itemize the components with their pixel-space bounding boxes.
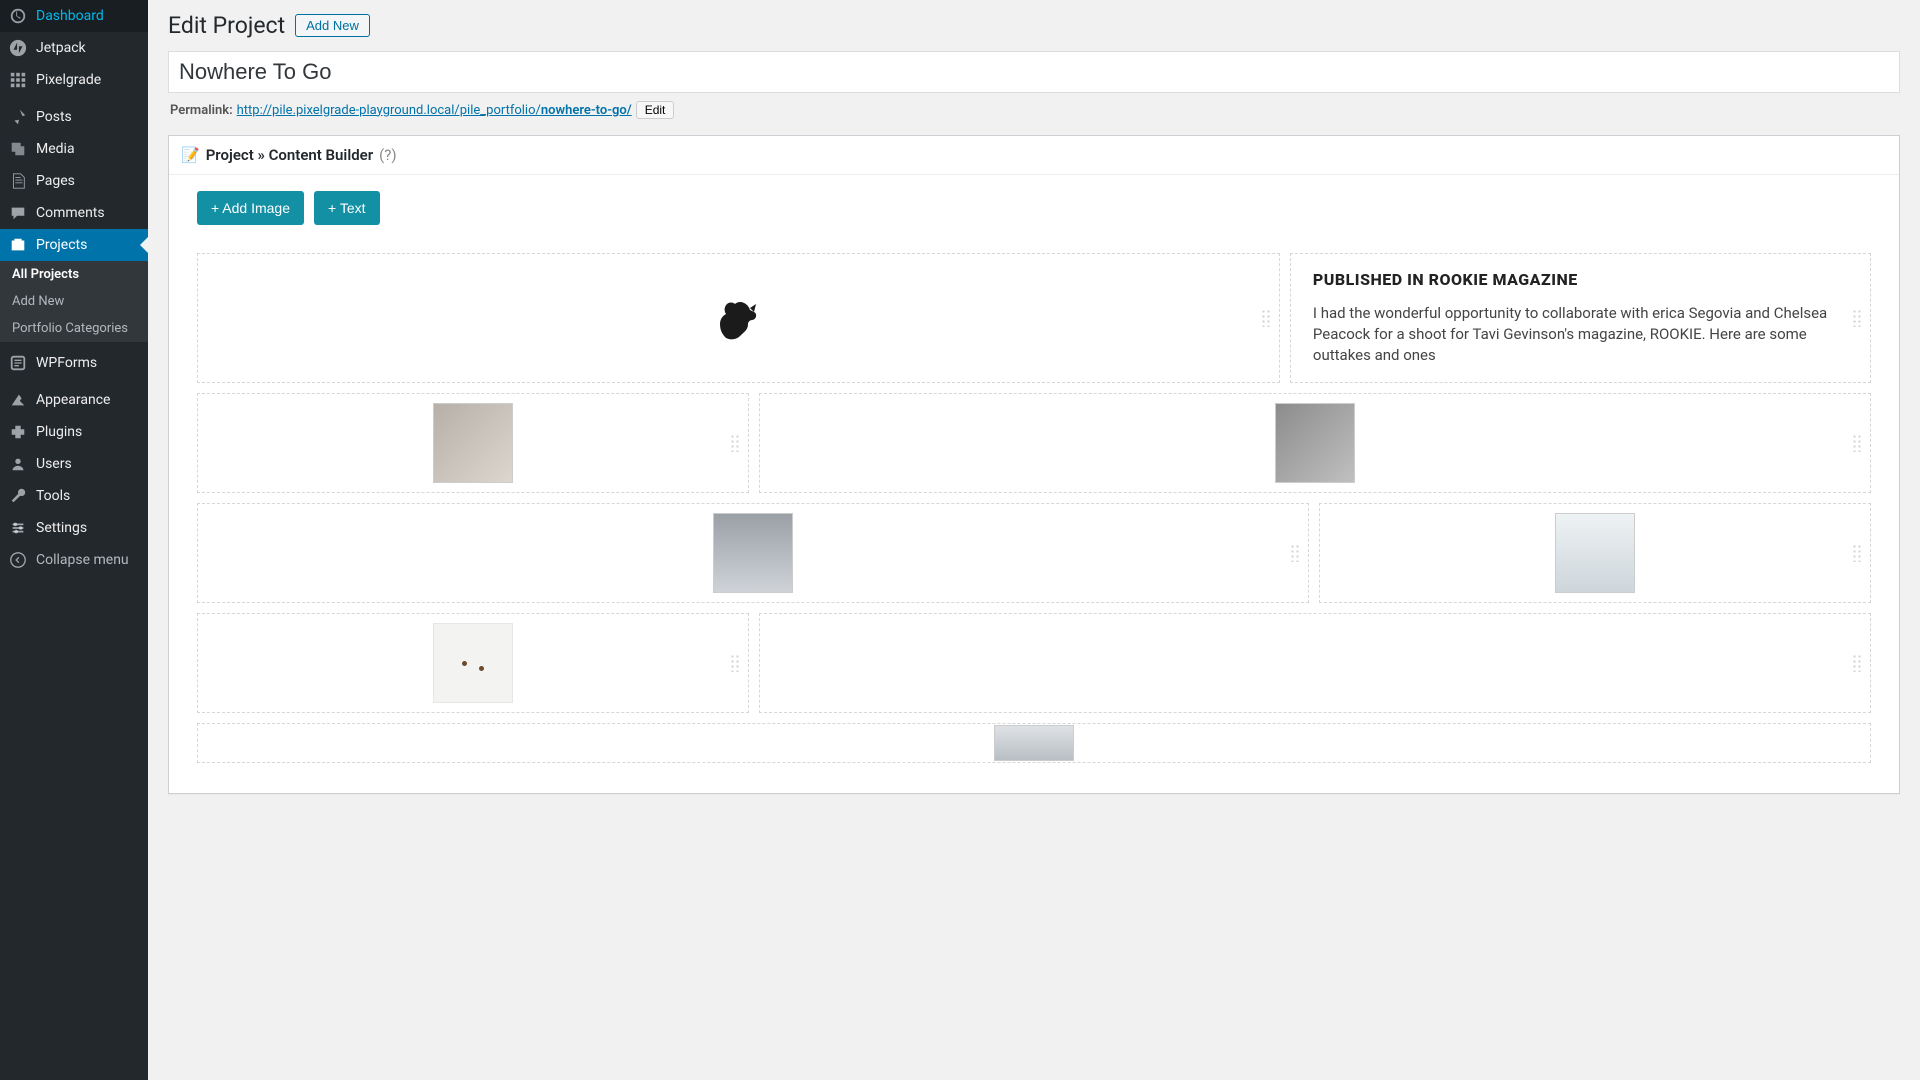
builder-block-text[interactable]: PUBLISHED IN ROOKIE MAGAZINE I had the w… <box>1290 253 1871 383</box>
thumbnail-image <box>1275 403 1355 483</box>
text-block-heading: PUBLISHED IN ROOKIE MAGAZINE <box>1313 270 1848 289</box>
content-builder-canvas: PUBLISHED IN ROOKIE MAGAZINE I had the w… <box>169 235 1899 793</box>
sidebar-item-tools[interactable]: Tools <box>0 480 148 512</box>
thumbnail-lion-logo <box>698 278 778 358</box>
permalink-link[interactable]: http://pile.pixelgrade-playground.local/… <box>237 103 632 118</box>
content-builder-help[interactable]: (?) <box>379 146 396 164</box>
builder-block-image[interactable] <box>759 393 1871 493</box>
sidebar-item-label: Media <box>36 141 75 157</box>
drag-handle-icon[interactable] <box>730 434 740 452</box>
sidebar-item-wpforms[interactable]: WPForms <box>0 347 148 379</box>
sidebar-item-label: Plugins <box>36 424 82 440</box>
forms-icon <box>8 353 28 373</box>
permalink-slug: nowhere-to-go/ <box>541 103 632 118</box>
pages-icon <box>8 171 28 191</box>
permalink-base: http://pile.pixelgrade-playground.local/… <box>237 103 541 118</box>
sidebar-item-label: Dashboard <box>36 8 104 24</box>
jetpack-icon <box>8 38 28 58</box>
sidebar-item-label: Settings <box>36 520 87 536</box>
edit-icon: 📝 <box>181 146 200 164</box>
sidebar-sub-portfolio-categories[interactable]: Portfolio Categories <box>0 315 148 342</box>
drag-handle-icon[interactable] <box>1290 544 1300 562</box>
sidebar-collapse-label: Collapse menu <box>36 552 129 568</box>
add-image-button[interactable]: + Add Image <box>197 191 304 225</box>
builder-block-image[interactable] <box>197 613 749 713</box>
drag-handle-icon[interactable] <box>730 654 740 672</box>
settings-icon <box>8 518 28 538</box>
add-new-button[interactable]: Add New <box>295 14 370 37</box>
permalink-row: Permalink: http://pile.pixelgrade-playgr… <box>168 93 1900 135</box>
sidebar-item-label: Projects <box>36 237 87 253</box>
sidebar-item-plugins[interactable]: Plugins <box>0 416 148 448</box>
tools-icon <box>8 486 28 506</box>
text-block-body: I had the wonderful opportunity to colla… <box>1313 303 1848 366</box>
drag-handle-icon[interactable] <box>1852 309 1862 327</box>
sidebar-item-media[interactable]: Media <box>0 133 148 165</box>
sidebar-item-pages[interactable]: Pages <box>0 165 148 197</box>
drag-handle-icon[interactable] <box>1852 434 1862 452</box>
thumbnail-image <box>994 725 1074 761</box>
sidebar-collapse[interactable]: Collapse menu <box>0 544 148 576</box>
portfolio-icon <box>8 235 28 255</box>
sidebar-item-label: WPForms <box>36 355 97 371</box>
sidebar-item-label: Tools <box>36 488 70 504</box>
sidebar-item-label: Jetpack <box>36 40 86 56</box>
collapse-icon <box>8 550 28 570</box>
content-builder-title: Project » Content Builder <box>206 146 373 164</box>
drag-handle-icon[interactable] <box>1261 309 1271 327</box>
sidebar-submenu-projects: All Projects Add New Portfolio Categorie… <box>0 261 148 342</box>
pin-icon <box>8 107 28 127</box>
sidebar-item-jetpack[interactable]: Jetpack <box>0 32 148 64</box>
content-builder-toolbar: + Add Image + Text <box>169 175 1899 235</box>
sidebar-item-appearance[interactable]: Appearance <box>0 384 148 416</box>
main-content: Edit Project Add New Permalink: http://p… <box>148 0 1920 1080</box>
builder-block-image[interactable] <box>759 613 1871 713</box>
builder-block-image[interactable] <box>197 503 1309 603</box>
sidebar-item-label: Users <box>36 456 72 472</box>
appearance-icon <box>8 390 28 410</box>
sidebar-item-posts[interactable]: Posts <box>0 101 148 133</box>
edit-permalink-button[interactable]: Edit <box>636 101 675 119</box>
drag-handle-icon[interactable] <box>1852 654 1862 672</box>
admin-sidebar: Dashboard Jetpack Pixelgrade Posts Media… <box>0 0 148 1080</box>
thumbnail-image <box>433 403 513 483</box>
media-icon <box>8 139 28 159</box>
page-title: Edit Project <box>168 12 285 39</box>
sidebar-item-label: Pages <box>36 173 75 189</box>
builder-block-image[interactable] <box>197 253 1280 383</box>
sidebar-item-comments[interactable]: Comments <box>0 197 148 229</box>
builder-block-image[interactable] <box>197 723 1871 763</box>
permalink-label: Permalink: <box>170 103 233 118</box>
builder-block-image[interactable] <box>1319 503 1871 603</box>
plugins-icon <box>8 422 28 442</box>
sidebar-item-projects[interactable]: Projects <box>0 229 148 261</box>
sidebar-item-label: Comments <box>36 205 105 221</box>
users-icon <box>8 454 28 474</box>
content-builder-box: 📝 Project » Content Builder (?) + Add Im… <box>168 135 1900 794</box>
add-text-button[interactable]: + Text <box>314 191 380 225</box>
sidebar-sub-all-projects[interactable]: All Projects <box>0 261 148 288</box>
sidebar-item-label: Posts <box>36 109 72 125</box>
thumbnail-image <box>713 513 793 593</box>
builder-block-image[interactable] <box>197 393 749 493</box>
content-builder-header: 📝 Project » Content Builder (?) <box>169 136 1899 175</box>
page-header: Edit Project Add New <box>168 12 1900 39</box>
comments-icon <box>8 203 28 223</box>
pixelgrade-icon <box>8 70 28 90</box>
dashboard-icon <box>8 6 28 26</box>
sidebar-item-label: Appearance <box>36 392 110 408</box>
sidebar-item-settings[interactable]: Settings <box>0 512 148 544</box>
post-title-input[interactable] <box>168 51 1900 93</box>
sidebar-sub-add-new[interactable]: Add New <box>0 288 148 315</box>
sidebar-item-dashboard[interactable]: Dashboard <box>0 0 148 32</box>
sidebar-item-users[interactable]: Users <box>0 448 148 480</box>
thumbnail-image <box>433 623 513 703</box>
drag-handle-icon[interactable] <box>1852 544 1862 562</box>
sidebar-item-pixelgrade[interactable]: Pixelgrade <box>0 64 148 96</box>
thumbnail-image <box>1555 513 1635 593</box>
sidebar-item-label: Pixelgrade <box>36 72 101 88</box>
